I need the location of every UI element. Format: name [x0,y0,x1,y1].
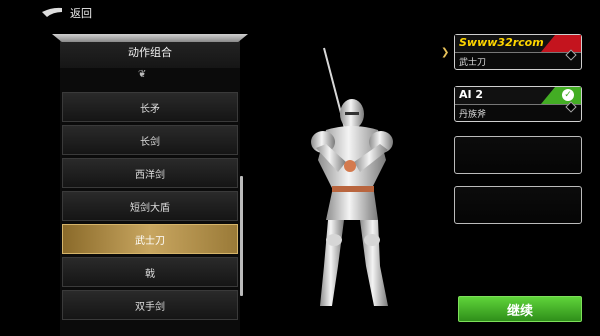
back-arrow-icon [38,6,64,20]
player-name: AI 2 [459,88,484,101]
combo-list-panel: 动作组合 ❦ 长矛 长剑 西洋剑 短剑大盾 武士刀 戟 双手剑 [60,34,240,336]
back-label: 返回 [70,7,92,20]
empty-player-slot-4[interactable] [454,186,582,224]
card-header: Swww32rcom [455,35,581,52]
list-item-sword-shield[interactable]: 短剑大盾 [62,191,238,221]
card-divider [455,52,581,53]
continue-label: 继续 [506,303,533,319]
list-header-cap [52,34,248,42]
player-card-1[interactable]: Swww32rcom 武士刀 [454,34,582,70]
active-player-arrow-icon: ❯ [441,47,450,58]
ornament-icon: ❦ [138,69,147,80]
player-card-2[interactable]: ✓ AI 2 丹族斧 [454,86,582,122]
back-button[interactable]: 返回 [38,4,92,22]
list-item-katana[interactable]: 武士刀 [62,224,238,254]
check-icon: ✓ [562,89,574,101]
card-divider [455,104,581,105]
list-item-longsword[interactable]: 长剑 [62,125,238,155]
player-weapon: 武士刀 [459,58,487,68]
list-item-spear[interactable]: 长矛 [62,92,238,122]
card-header: ✓ AI 2 [455,87,581,104]
continue-button[interactable]: 继续 [458,296,582,322]
top-bar: 返回 [0,0,600,26]
combo-items: 长矛 长剑 西洋剑 短剑大盾 武士刀 戟 双手剑 [60,92,240,323]
list-scrollbar[interactable] [240,176,243,296]
list-item-rapier[interactable]: 西洋剑 [62,158,238,188]
knight-figure [311,47,393,306]
empty-player-slot-3[interactable] [454,136,582,174]
player-name: Swww32rcom [459,36,544,49]
player-weapon: 丹族斧 [459,110,487,120]
ready-corner-accent [541,87,581,104]
list-item-greatsword[interactable]: 双手剑 [62,290,238,320]
player-corner-accent [541,35,581,52]
list-item-halberd[interactable]: 戟 [62,257,238,287]
